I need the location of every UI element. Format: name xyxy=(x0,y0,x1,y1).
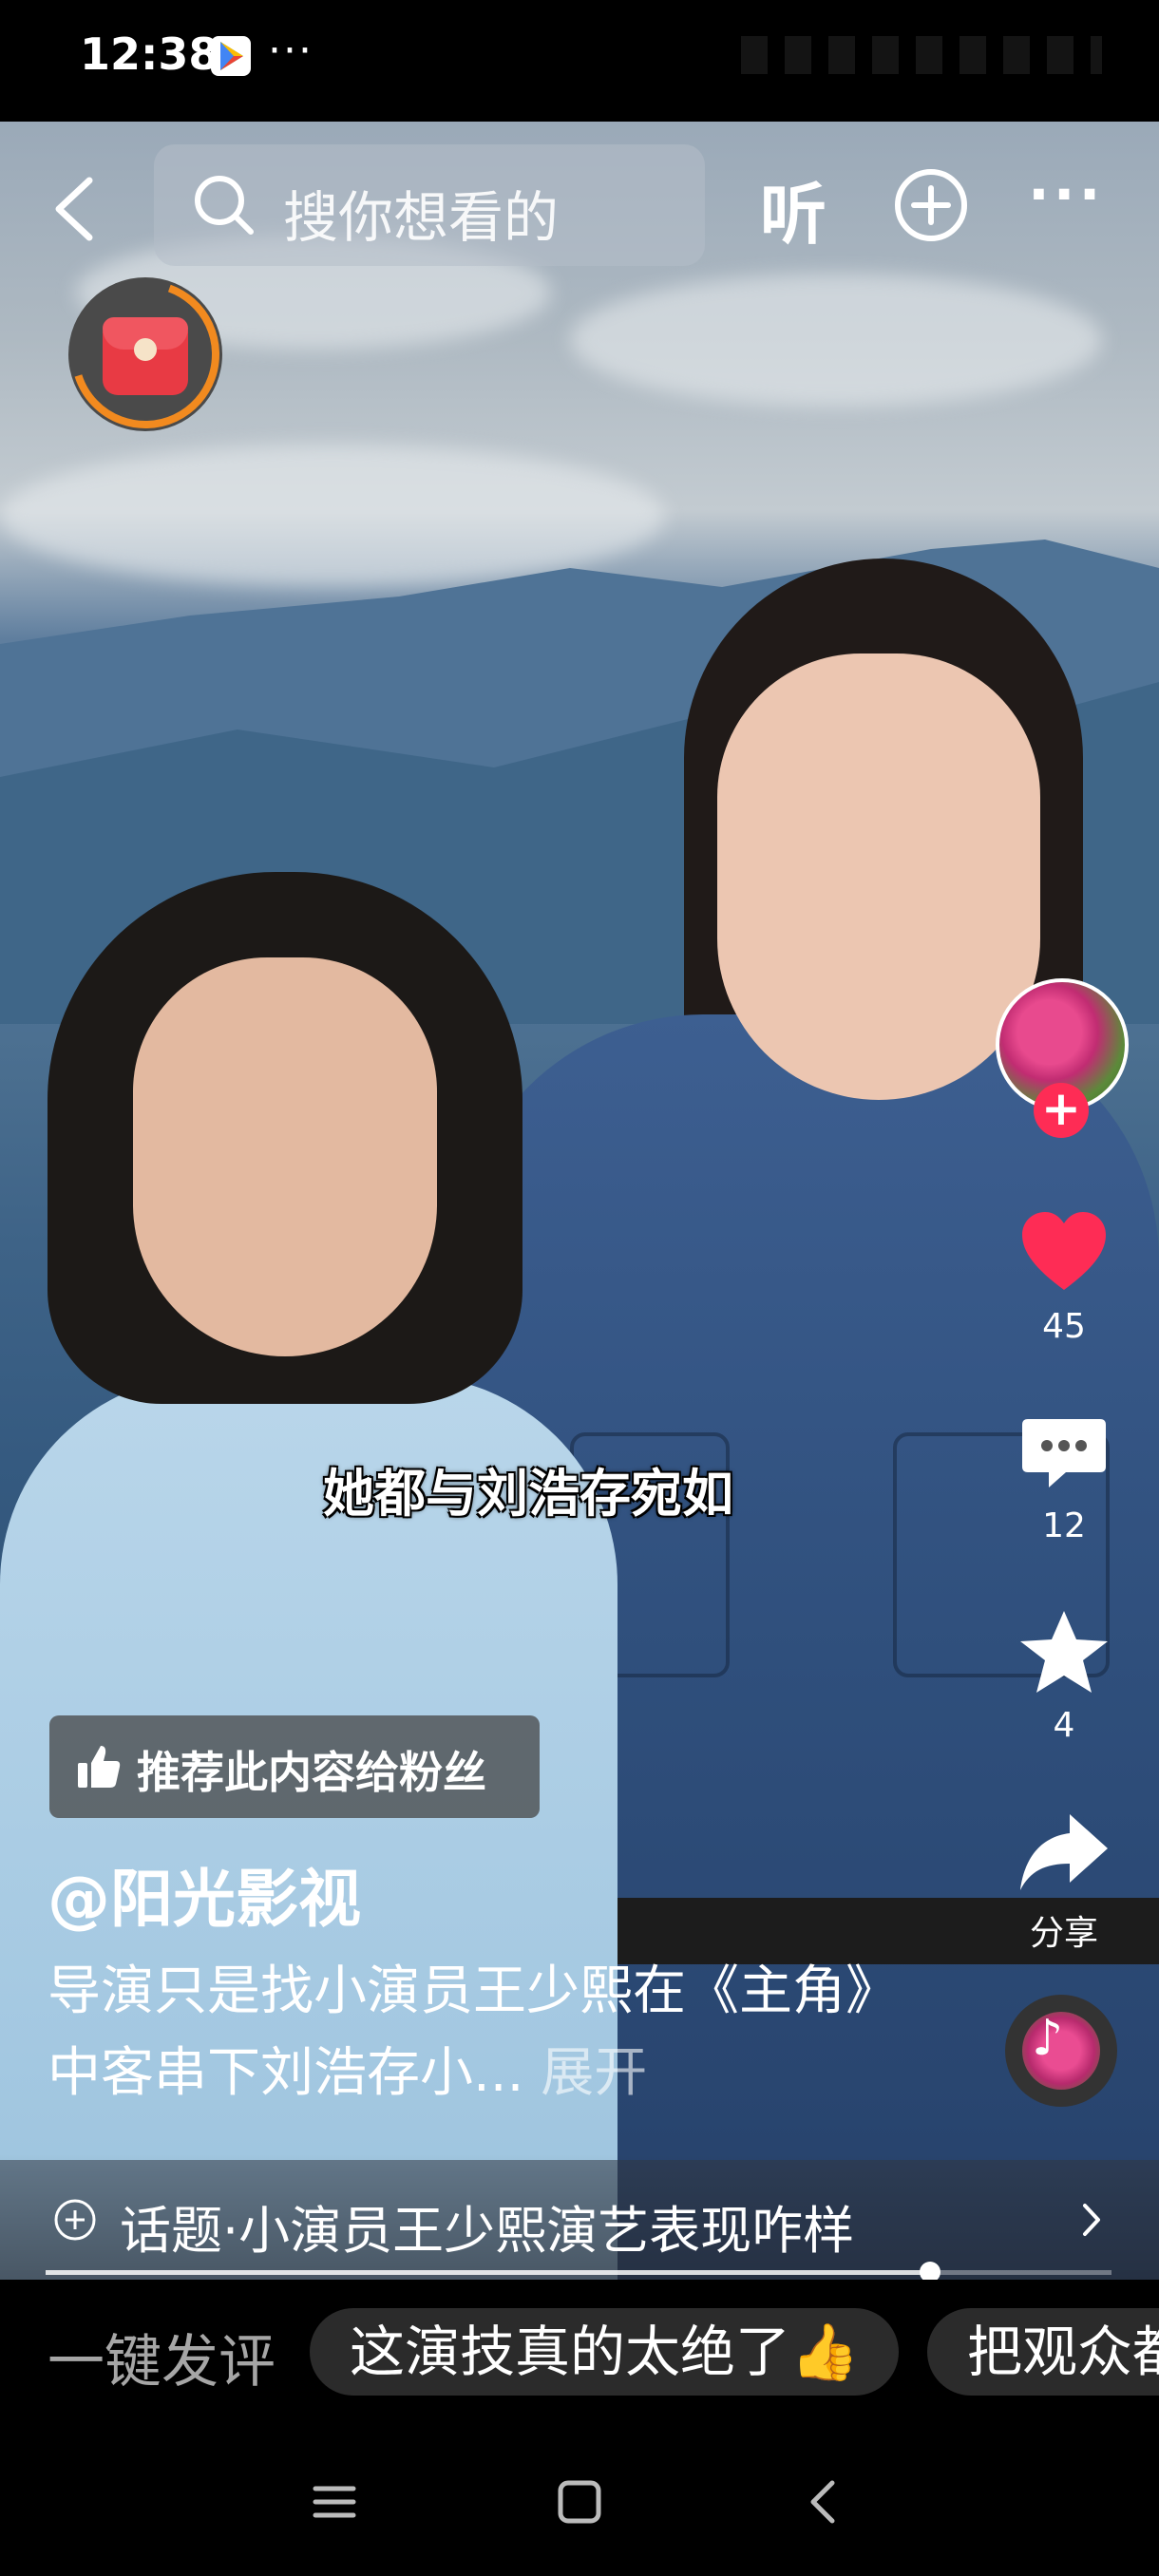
back-arrow-icon xyxy=(55,177,93,241)
status-more-icon: ··· xyxy=(268,27,314,75)
status-time: 12:38 xyxy=(80,28,219,80)
share-label: 分享 xyxy=(1029,1914,1098,1953)
music-note-icon: ♪ xyxy=(1032,2010,1064,2067)
home-square-icon[interactable] xyxy=(551,2473,608,2530)
topic-plus-icon xyxy=(54,2199,96,2241)
topic-text: 话题·小演员王少熙演艺表现咋样 xyxy=(120,2201,855,2261)
like-count: 45 xyxy=(1042,1307,1086,1346)
cloud xyxy=(570,274,1102,407)
red-packet-widget[interactable] xyxy=(68,277,222,431)
quick-comment-chip[interactable]: 这演技真的太绝了👍 xyxy=(310,2308,900,2396)
music-disc-button[interactable]: ♪ xyxy=(1005,1995,1117,2107)
play-store-icon xyxy=(211,36,251,76)
topic-bar[interactable]: 话题·小演员王少熙演艺表现咋样 xyxy=(0,2160,1159,2280)
video-subtitle: 她都与刘浩存宛如 xyxy=(323,1464,733,1524)
back-button[interactable] xyxy=(44,171,110,247)
author-name-link[interactable]: @阳光影视 xyxy=(48,1848,361,1940)
plus-circle-icon xyxy=(895,169,967,241)
favorite-count: 4 xyxy=(1053,1706,1075,1745)
chip-label: 这演技真的太绝了👍 xyxy=(350,2320,860,2384)
system-navigation-bar xyxy=(0,2420,1159,2576)
chip-label: 把观众都 xyxy=(967,2320,1159,2384)
share-arrow-icon[interactable] xyxy=(1016,1805,1112,1900)
chevron-right-icon xyxy=(1083,2204,1100,2236)
red-packet-icon xyxy=(103,317,188,395)
menu-icon[interactable] xyxy=(306,2473,363,2530)
status-bar: 12:38 ··· xyxy=(0,0,1159,122)
listen-button[interactable]: 听 xyxy=(760,161,826,257)
favorite-star-icon[interactable] xyxy=(1016,1605,1112,1700)
expand-link[interactable]: 展开 xyxy=(541,2042,647,2104)
progress-fill xyxy=(46,2270,931,2275)
quick-comment-chip[interactable]: 把观众都 xyxy=(927,2308,1159,2396)
like-heart-icon[interactable] xyxy=(1016,1206,1112,1301)
quick-comment-prompt[interactable]: 一键发评 xyxy=(48,2316,276,2398)
search-placeholder: 搜你想看的 xyxy=(283,185,560,250)
quick-comment-bar: 一键发评 这演技真的太绝了👍 把观众都 xyxy=(0,2280,1159,2420)
video-progress-bar[interactable] xyxy=(46,2262,1112,2282)
comment-count: 12 xyxy=(1042,1506,1086,1545)
comment-icon[interactable] xyxy=(1016,1406,1112,1501)
more-options-button[interactable]: ··· xyxy=(1028,161,1104,228)
search-icon xyxy=(195,176,254,235)
recommend-to-fans-button[interactable]: 推荐此内容给粉丝 xyxy=(49,1715,540,1818)
add-button[interactable] xyxy=(893,167,969,243)
thumbs-up-icon xyxy=(78,1746,121,1788)
search-input[interactable]: 搜你想看的 xyxy=(154,144,705,266)
follow-button[interactable]: + xyxy=(1034,1083,1089,1138)
nav-back-icon[interactable] xyxy=(796,2473,853,2530)
status-system-icons xyxy=(741,36,1102,74)
recommend-label: 推荐此内容给粉丝 xyxy=(137,1747,486,1798)
woman-face xyxy=(717,653,1040,1100)
girl-face xyxy=(133,957,437,1356)
video-description[interactable]: 导演只是找小演员王少熙在《主角》中客串下刘浩存小... 展开 xyxy=(48,1951,902,2114)
description-text: 导演只是找小演员王少熙在《主角》中客串下刘浩存小... xyxy=(48,1960,899,2104)
